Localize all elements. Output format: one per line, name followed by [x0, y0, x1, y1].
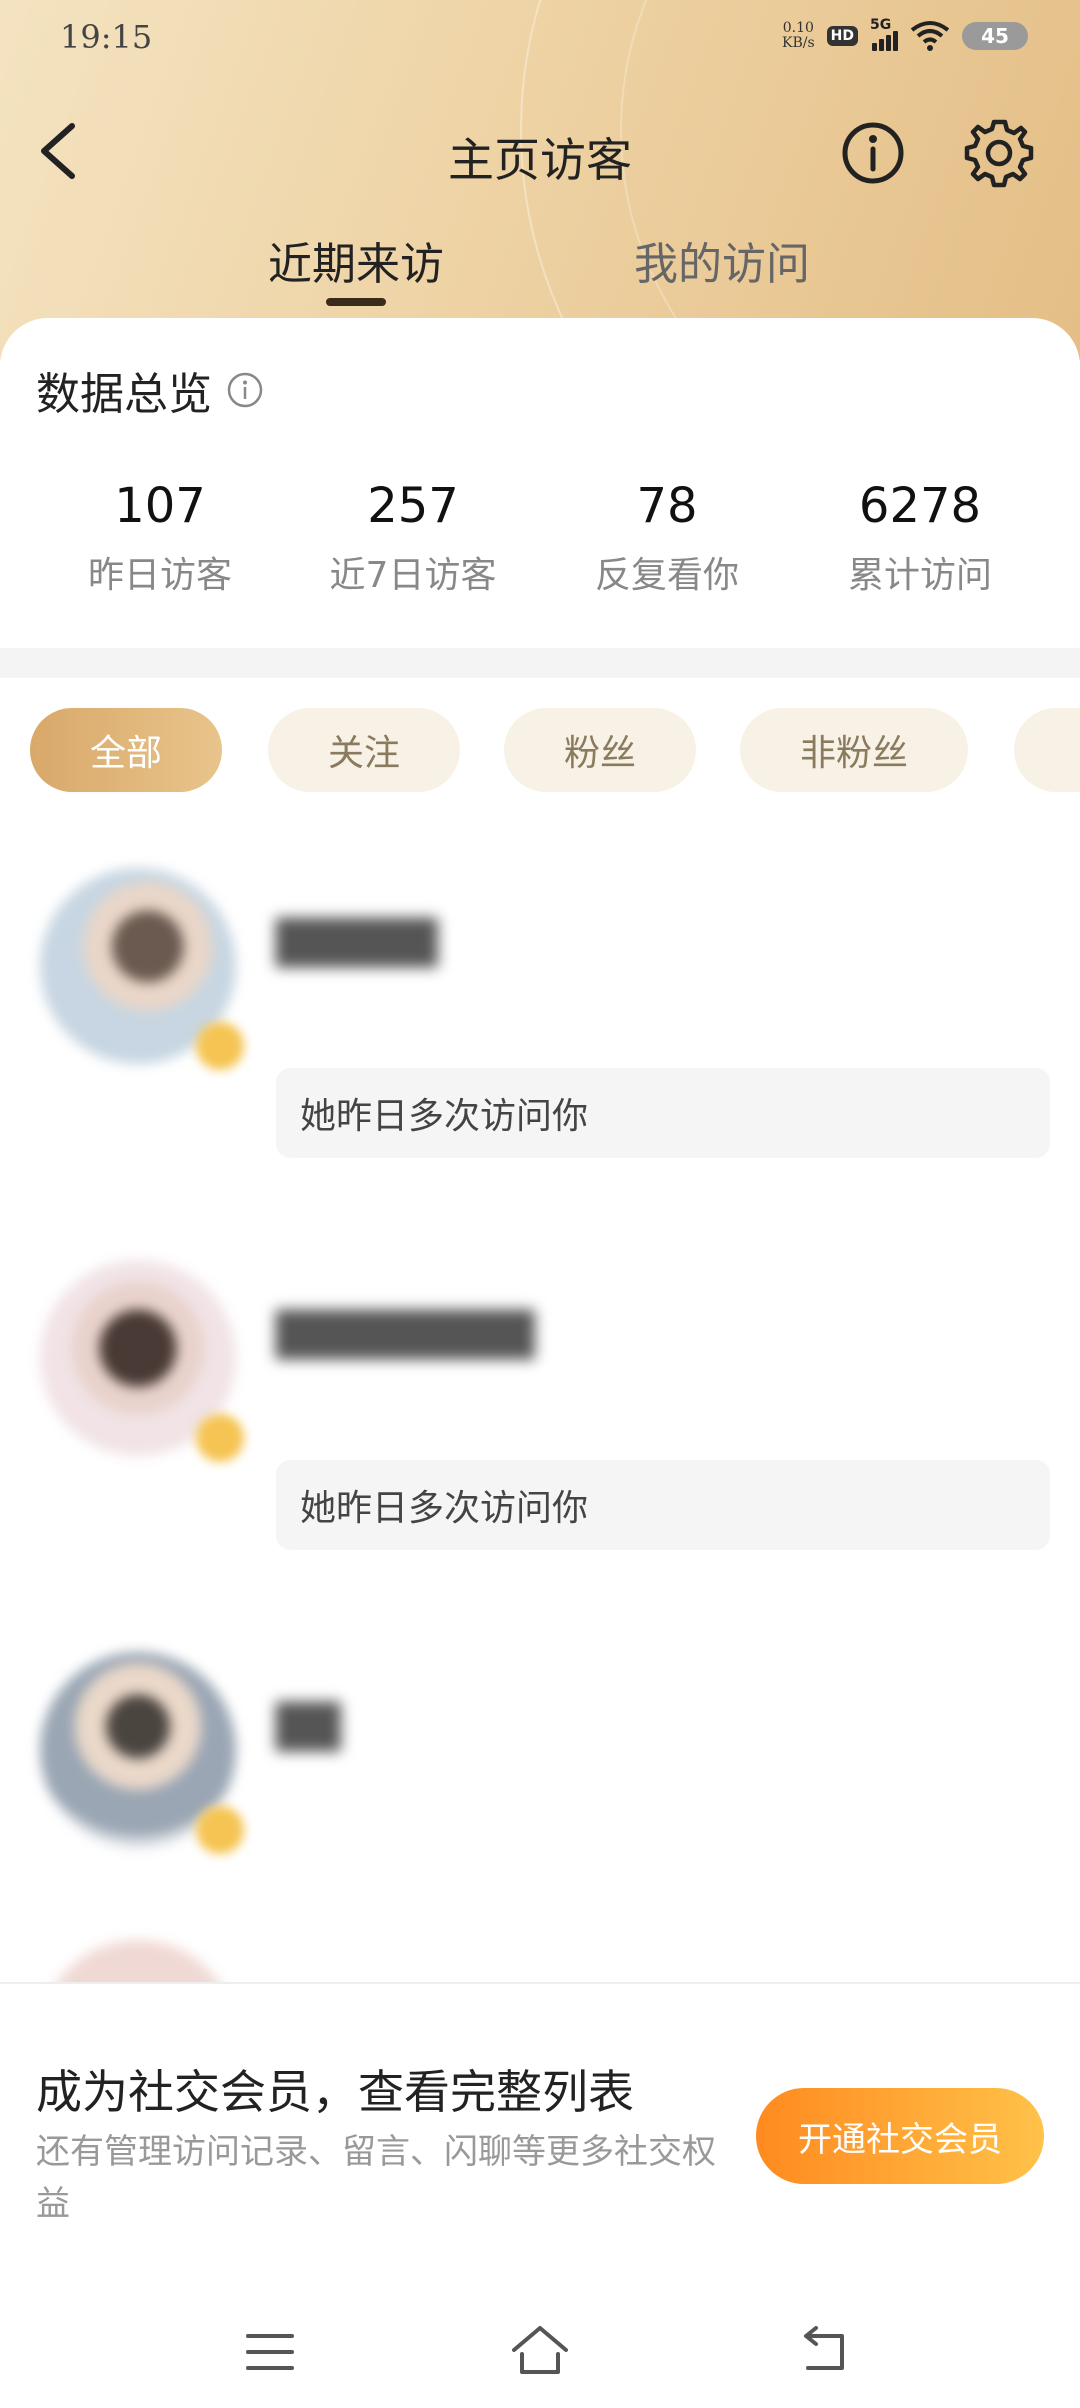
visitor-note: 她昨日多次访问你	[276, 1460, 1050, 1550]
gear-icon[interactable]	[962, 116, 1036, 190]
visitor-name[interactable]: ██	[276, 1702, 341, 1752]
open-membership-button[interactable]: 开通社交会员	[756, 2088, 1044, 2184]
membership-subtitle: 还有管理访问记录、留言、闪聊等更多社交权益	[36, 2132, 716, 2224]
back-icon[interactable]	[798, 2322, 850, 2376]
filter-chips: 全部 关注 粉丝 非粉丝	[0, 708, 1080, 792]
section-divider	[0, 648, 1080, 678]
visitor-name[interactable]: ████████	[276, 1310, 534, 1360]
tab-indicator	[326, 298, 386, 306]
visitor-name[interactable]: █████	[276, 918, 438, 968]
status-bar: 19:15 0.10 KB/s HD 5G 45	[0, 0, 1080, 80]
net-speed: 0.10 KB/s	[782, 20, 815, 51]
stat-total-visits[interactable]: 6278 累计访问	[800, 478, 1040, 598]
info-circle-icon[interactable]	[838, 118, 908, 188]
membership-title: 成为社交会员，查看完整列表	[36, 2065, 634, 2119]
system-nav-bar	[0, 2290, 1080, 2408]
status-time: 19:15	[60, 18, 153, 56]
overview-title: 数据总览	[36, 358, 264, 422]
filter-following[interactable]: 关注	[268, 708, 460, 792]
visitor-note: 她昨日多次访问你	[276, 1068, 1050, 1158]
tab-bar: 近期来访 我的访问	[0, 228, 1080, 308]
hd-icon: HD	[826, 26, 858, 46]
stat-repeat-viewers[interactable]: 78 反复看你	[547, 478, 787, 598]
status-icons: 0.10 KB/s HD 5G 45	[782, 17, 1028, 52]
filter-more[interactable]	[1014, 708, 1080, 792]
vip-badge-icon	[196, 1414, 244, 1462]
data-overview-card: 数据总览 107 昨日访客 257 近7日访客 78 反复看你 6278 累计访…	[0, 318, 1080, 648]
filter-all[interactable]: 全部	[30, 708, 222, 792]
filter-non-fans[interactable]: 非粉丝	[740, 708, 968, 792]
visitor-item[interactable]: █████ 她昨日多次访问你	[0, 868, 1080, 1248]
vip-badge-icon	[196, 1806, 244, 1854]
home-icon[interactable]	[508, 2320, 572, 2380]
menu-icon[interactable]	[244, 2330, 296, 2374]
info-icon[interactable]	[226, 371, 264, 409]
stat-yesterday-visitors[interactable]: 107 昨日访客	[40, 478, 280, 598]
visitor-item[interactable]: ████████ 她昨日多次访问你	[0, 1260, 1080, 1640]
tab-recent-visits[interactable]: 近期来访	[268, 228, 444, 292]
stat-7day-visitors[interactable]: 257 近7日访客	[293, 478, 533, 598]
membership-banner: 成为社交会员，查看完整列表 还有管理访问记录、留言、闪聊等更多社交权益 开通社交…	[0, 1982, 1080, 2282]
filter-fans[interactable]: 粉丝	[504, 708, 696, 792]
wifi-icon	[910, 21, 950, 51]
battery-icon: 45	[962, 22, 1028, 50]
signal-icon: 5G	[870, 17, 898, 51]
tab-my-visits[interactable]: 我的访问	[634, 228, 810, 292]
vip-badge-icon	[196, 1022, 244, 1070]
page-title: 主页访客	[448, 133, 632, 187]
